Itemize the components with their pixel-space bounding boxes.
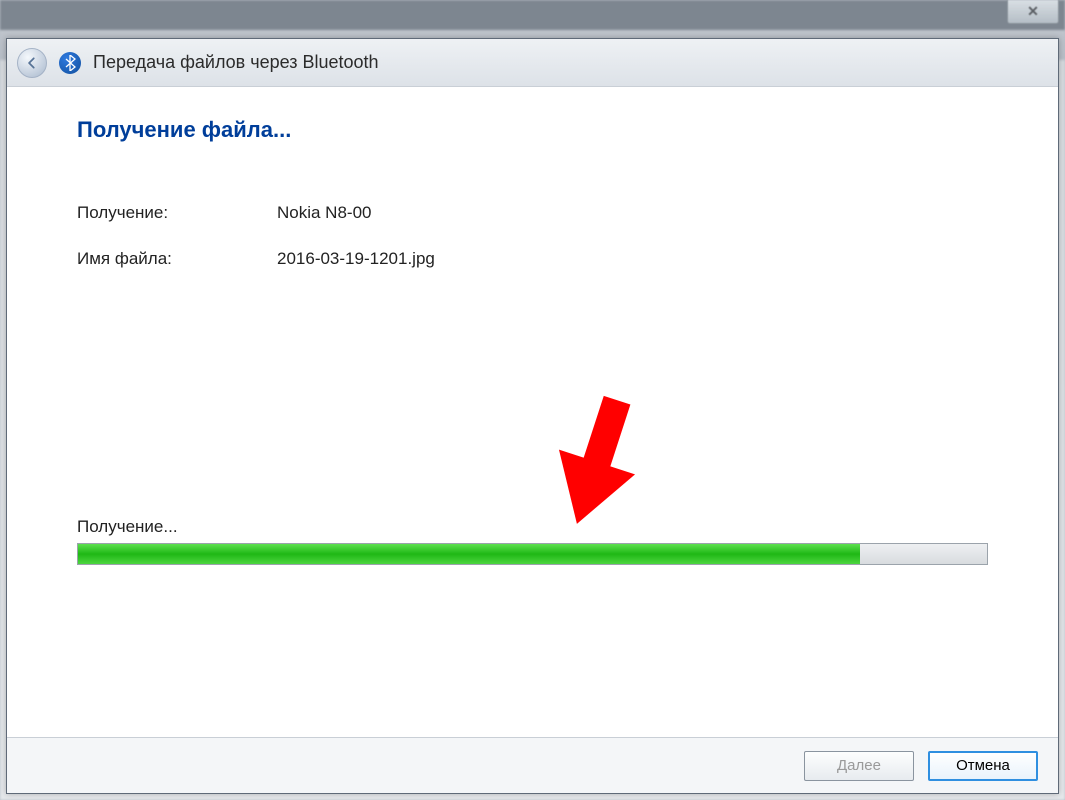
wizard-footer: Далее Отмена — [7, 737, 1058, 793]
progress-bar — [77, 543, 988, 565]
progress-label: Получение... — [77, 517, 988, 537]
receive-value: Nokia N8-00 — [277, 203, 372, 223]
progress-fill — [78, 544, 860, 564]
filename-value: 2016-03-19-1201.jpg — [277, 249, 435, 269]
filename-label: Имя файла: — [77, 249, 277, 269]
arrow-left-icon — [25, 56, 39, 70]
progress-section: Получение... — [77, 517, 988, 565]
bluetooth-icon — [59, 52, 81, 74]
cancel-button[interactable]: Отмена — [928, 751, 1038, 781]
page-heading: Получение файла... — [77, 117, 998, 143]
close-icon: ✕ — [1027, 3, 1039, 20]
wizard-body: Получение файла... Получение: Nokia N8-0… — [7, 87, 1058, 737]
row-receive-from: Получение: Nokia N8-00 — [77, 203, 998, 223]
cancel-button-label: Отмена — [956, 757, 1010, 774]
wizard-header: Передача файлов через Bluetooth — [7, 39, 1058, 87]
back-button[interactable] — [17, 48, 47, 78]
window-close-background: ✕ — [1007, 0, 1059, 24]
next-button-label: Далее — [837, 757, 881, 774]
wizard-title: Передача файлов через Bluetooth — [93, 52, 379, 73]
receive-label: Получение: — [77, 203, 277, 223]
bluetooth-transfer-wizard: Передача файлов через Bluetooth Получени… — [6, 38, 1059, 794]
next-button: Далее — [804, 751, 914, 781]
row-filename: Имя файла: 2016-03-19-1201.jpg — [77, 249, 998, 269]
